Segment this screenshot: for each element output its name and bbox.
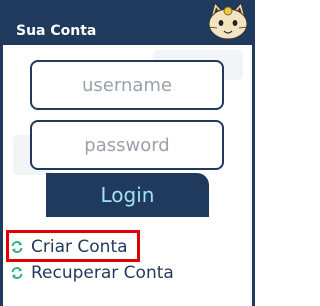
recover-account-link[interactable]: Recuperar Conta (10, 262, 174, 284)
login-button[interactable]: Login (46, 173, 209, 217)
password-input[interactable] (30, 120, 224, 170)
username-input[interactable] (30, 60, 224, 110)
refresh-icon (11, 267, 23, 279)
recover-account-label: Recuperar Conta (31, 263, 174, 283)
widget-header: Sua Conta (0, 0, 255, 45)
account-widget: Sua Conta Login (0, 0, 255, 306)
widget-title: Sua Conta (16, 23, 97, 39)
cat-mascot-icon (207, 1, 249, 40)
highlight-box (6, 230, 140, 262)
